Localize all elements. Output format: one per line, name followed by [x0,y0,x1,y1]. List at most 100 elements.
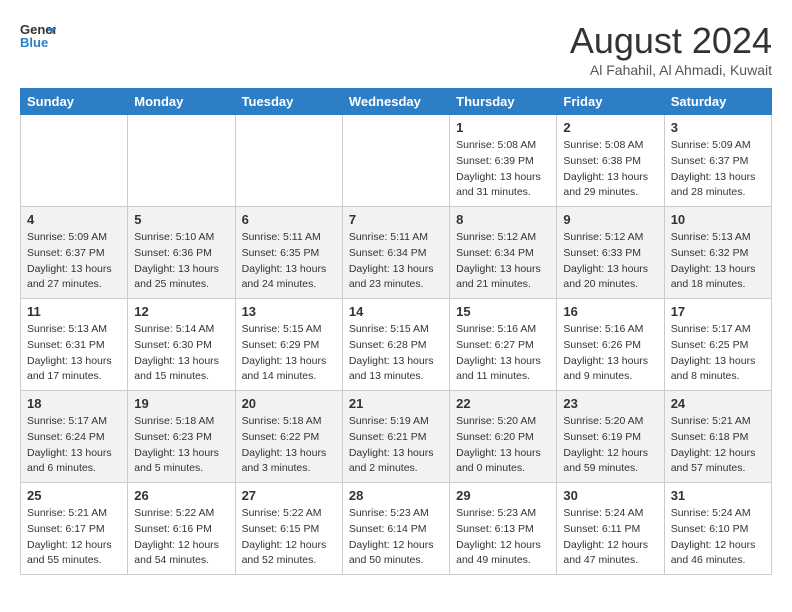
day-cell-25: 25Sunrise: 5:21 AM Sunset: 6:17 PM Dayli… [21,483,128,575]
day-number: 3 [671,120,765,135]
day-header-thursday: Thursday [450,89,557,115]
day-number: 20 [242,396,336,411]
day-info: Sunrise: 5:24 AM Sunset: 6:10 PM Dayligh… [671,506,765,569]
day-info: Sunrise: 5:18 AM Sunset: 6:22 PM Dayligh… [242,414,336,477]
logo-icon: General Blue [20,20,56,50]
day-number: 24 [671,396,765,411]
month-title: August 2024 [570,20,772,62]
svg-text:Blue: Blue [20,35,48,50]
page-header: General Blue August 2024 Al Fahahil, Al … [20,20,772,78]
day-cell-1: 1 Sunrise: 5:08 AM Sunset: 6:39 PM Daylig… [450,115,557,207]
day-info: Sunrise: 5:16 AM Sunset: 6:26 PM Dayligh… [563,322,657,385]
day-number: 28 [349,488,443,503]
day-cell-8: 8Sunrise: 5:12 AM Sunset: 6:34 PM Daylig… [450,207,557,299]
day-cell-20: 20 Sunrise: 5:18 AM Sunset: 6:22 PM Dayli… [235,391,342,483]
day-number: 17 [671,304,765,319]
day-info: Sunrise: 5:15 AM Sunset: 6:28 PM Dayligh… [349,322,443,385]
day-number: 19 [134,396,228,411]
day-cell-23: 23 Sunrise: 5:20 AM Sunset: 6:19 PM Dayli… [557,391,664,483]
day-cell-4: 4 Sunrise: 5:09 AM Sunset: 6:37 PM Daylig… [21,207,128,299]
day-info: Sunrise: 5:16 AM Sunset: 6:27 PM Dayligh… [456,322,550,385]
day-info: Sunrise: 5:22 AM Sunset: 6:15 PM Dayligh… [242,506,336,569]
day-cell-empty [235,115,342,207]
day-number: 25 [27,488,121,503]
day-cell-7: 7Sunrise: 5:11 AM Sunset: 6:34 PM Daylig… [342,207,449,299]
week-row: 18 Sunrise: 5:17 AM Sunset: 6:24 PM Dayli… [21,391,772,483]
day-info: Sunrise: 5:12 AM Sunset: 6:34 PM Dayligh… [456,230,550,293]
day-info: Sunrise: 5:18 AM Sunset: 6:23 PM Dayligh… [134,414,228,477]
day-cell-12: 12Sunrise: 5:14 AM Sunset: 6:30 PM Dayli… [128,299,235,391]
day-cell-18: 18 Sunrise: 5:17 AM Sunset: 6:24 PM Dayli… [21,391,128,483]
day-number: 10 [671,212,765,227]
day-header-wednesday: Wednesday [342,89,449,115]
day-info: Sunrise: 5:11 AM Sunset: 6:34 PM Dayligh… [349,230,443,293]
day-number: 1 [456,120,550,135]
day-info: Sunrise: 5:20 AM Sunset: 6:20 PM Dayligh… [456,414,550,477]
day-cell-empty [128,115,235,207]
day-number: 23 [563,396,657,411]
day-info: Sunrise: 5:10 AM Sunset: 6:36 PM Dayligh… [134,230,228,293]
day-info: Sunrise: 5:22 AM Sunset: 6:16 PM Dayligh… [134,506,228,569]
day-info: Sunrise: 5:08 AM Sunset: 6:38 PM Dayligh… [563,138,657,201]
header-row: SundayMondayTuesdayWednesdayThursdayFrid… [21,89,772,115]
day-cell-14: 14 Sunrise: 5:15 AM Sunset: 6:28 PM Dayli… [342,299,449,391]
day-number: 21 [349,396,443,411]
day-number: 30 [563,488,657,503]
day-number: 16 [563,304,657,319]
day-info: Sunrise: 5:09 AM Sunset: 6:37 PM Dayligh… [27,230,121,293]
day-number: 26 [134,488,228,503]
day-number: 5 [134,212,228,227]
week-row: 4 Sunrise: 5:09 AM Sunset: 6:37 PM Daylig… [21,207,772,299]
day-info: Sunrise: 5:21 AM Sunset: 6:18 PM Dayligh… [671,414,765,477]
day-cell-21: 21 Sunrise: 5:19 AM Sunset: 6:21 PM Dayli… [342,391,449,483]
day-info: Sunrise: 5:17 AM Sunset: 6:24 PM Dayligh… [27,414,121,477]
day-number: 22 [456,396,550,411]
week-row: 25Sunrise: 5:21 AM Sunset: 6:17 PM Dayli… [21,483,772,575]
day-cell-29: 29 Sunrise: 5:23 AM Sunset: 6:13 PM Dayli… [450,483,557,575]
day-cell-6: 6Sunrise: 5:11 AM Sunset: 6:35 PM Daylig… [235,207,342,299]
day-header-tuesday: Tuesday [235,89,342,115]
day-info: Sunrise: 5:23 AM Sunset: 6:14 PM Dayligh… [349,506,443,569]
day-number: 11 [27,304,121,319]
day-info: Sunrise: 5:19 AM Sunset: 6:21 PM Dayligh… [349,414,443,477]
day-number: 4 [27,212,121,227]
day-cell-15: 15Sunrise: 5:16 AM Sunset: 6:27 PM Dayli… [450,299,557,391]
day-cell-27: 27 Sunrise: 5:22 AM Sunset: 6:15 PM Dayli… [235,483,342,575]
day-cell-28: 28 Sunrise: 5:23 AM Sunset: 6:14 PM Dayli… [342,483,449,575]
day-cell-19: 19 Sunrise: 5:18 AM Sunset: 6:23 PM Dayli… [128,391,235,483]
day-cell-26: 26 Sunrise: 5:22 AM Sunset: 6:16 PM Dayli… [128,483,235,575]
day-cell-17: 17 Sunrise: 5:17 AM Sunset: 6:25 PM Dayli… [664,299,771,391]
day-cell-5: 5 Sunrise: 5:10 AM Sunset: 6:36 PM Daylig… [128,207,235,299]
day-cell-31: 31 Sunrise: 5:24 AM Sunset: 6:10 PM Dayli… [664,483,771,575]
day-number: 9 [563,212,657,227]
day-number: 31 [671,488,765,503]
day-cell-24: 24 Sunrise: 5:21 AM Sunset: 6:18 PM Dayli… [664,391,771,483]
day-number: 18 [27,396,121,411]
day-info: Sunrise: 5:14 AM Sunset: 6:30 PM Dayligh… [134,322,228,385]
day-info: Sunrise: 5:08 AM Sunset: 6:39 PM Dayligh… [456,138,550,201]
day-cell-empty [21,115,128,207]
title-block: August 2024 Al Fahahil, Al Ahmadi, Kuwai… [570,20,772,78]
week-row: 1 Sunrise: 5:08 AM Sunset: 6:39 PM Daylig… [21,115,772,207]
day-cell-30: 30Sunrise: 5:24 AM Sunset: 6:11 PM Dayli… [557,483,664,575]
day-number: 27 [242,488,336,503]
day-info: Sunrise: 5:20 AM Sunset: 6:19 PM Dayligh… [563,414,657,477]
day-info: Sunrise: 5:23 AM Sunset: 6:13 PM Dayligh… [456,506,550,569]
location-subtitle: Al Fahahil, Al Ahmadi, Kuwait [570,62,772,78]
week-row: 11 Sunrise: 5:13 AM Sunset: 6:31 PM Dayli… [21,299,772,391]
day-number: 29 [456,488,550,503]
day-info: Sunrise: 5:17 AM Sunset: 6:25 PM Dayligh… [671,322,765,385]
day-cell-11: 11 Sunrise: 5:13 AM Sunset: 6:31 PM Dayli… [21,299,128,391]
day-header-monday: Monday [128,89,235,115]
day-cell-16: 16 Sunrise: 5:16 AM Sunset: 6:26 PM Dayli… [557,299,664,391]
day-header-friday: Friday [557,89,664,115]
day-cell-empty [342,115,449,207]
logo: General Blue [20,20,56,50]
day-number: 13 [242,304,336,319]
calendar-table: SundayMondayTuesdayWednesdayThursdayFrid… [20,88,772,575]
day-number: 14 [349,304,443,319]
day-info: Sunrise: 5:13 AM Sunset: 6:31 PM Dayligh… [27,322,121,385]
day-info: Sunrise: 5:13 AM Sunset: 6:32 PM Dayligh… [671,230,765,293]
day-cell-13: 13Sunrise: 5:15 AM Sunset: 6:29 PM Dayli… [235,299,342,391]
day-cell-10: 10 Sunrise: 5:13 AM Sunset: 6:32 PM Dayli… [664,207,771,299]
